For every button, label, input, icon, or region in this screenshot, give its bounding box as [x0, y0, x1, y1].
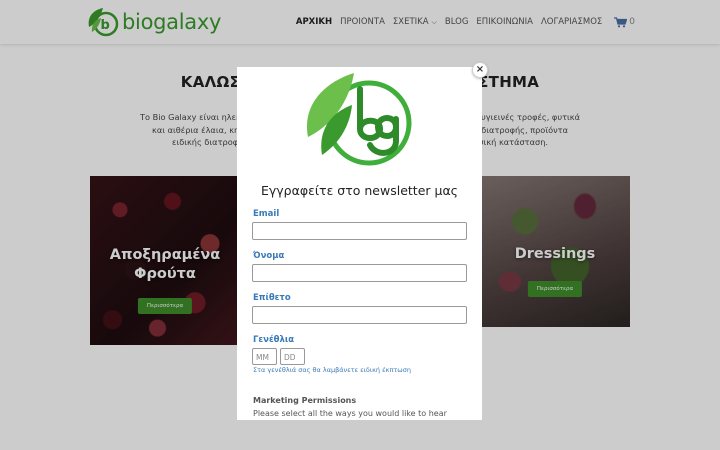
- newsletter-modal: Εγγραφείτε στο newsletter μας Email Όνομ…: [237, 67, 482, 420]
- birthday-label: Γενέθλια: [253, 335, 295, 345]
- surname-field[interactable]: [252, 306, 467, 324]
- name-label: Όνομα: [253, 251, 285, 261]
- close-button[interactable]: ×: [472, 62, 488, 78]
- email-field[interactable]: [252, 222, 467, 240]
- marketing-permissions-text: Please select all the ways you would lik…: [253, 409, 447, 418]
- birthday-hint: Στα γενέθλιά σας θα λαμβάνετε ειδική έκπ…: [253, 366, 411, 374]
- biogalaxy-logo-icon: [306, 73, 412, 166]
- email-label: Email: [253, 209, 280, 219]
- surname-label: Επίθετο: [253, 293, 291, 303]
- name-field[interactable]: [252, 264, 467, 282]
- modal-title: Εγγραφείτε στο newsletter μας: [260, 183, 459, 198]
- marketing-permissions-title: Marketing Permissions: [253, 396, 357, 405]
- birthday-month-input[interactable]: MM: [252, 348, 277, 365]
- birthday-day-input[interactable]: DD: [280, 348, 305, 365]
